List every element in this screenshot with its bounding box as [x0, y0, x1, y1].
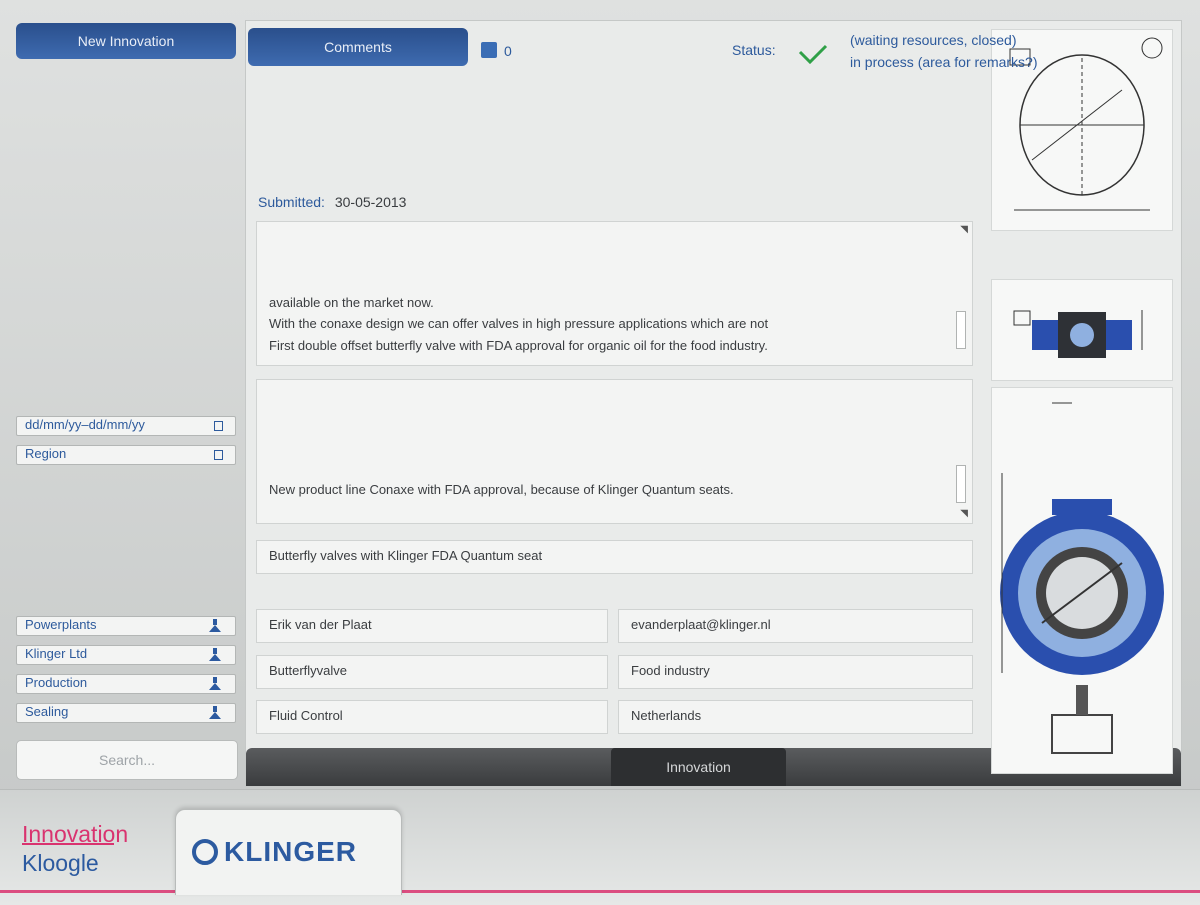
date-filter-label: dd/mm/yy–dd/mm/yy — [25, 417, 145, 432]
country-field[interactable]: Netherlands — [618, 700, 973, 734]
valve-top-drawing — [991, 279, 1173, 381]
description-line-3: available on the market now. — [269, 295, 434, 310]
innovation-detail-panel: Innovation Fluid Control Netherlands But… — [245, 20, 1182, 787]
comments-label: Comments — [324, 39, 392, 55]
category-label: Klinger Ltd — [25, 646, 88, 661]
search-input[interactable]: Search... — [16, 740, 238, 780]
arrow-up-icon — [209, 654, 221, 661]
category-label: Production — [25, 675, 88, 690]
sidebar: Search... Sealing Production Klinger Ltd… — [10, 23, 242, 785]
arrow-stem — [213, 706, 217, 712]
category-label: Powerplants — [25, 617, 97, 632]
reason-text: New product line Conaxe with FDA approva… — [269, 482, 734, 497]
division-field[interactable]: Fluid Control — [256, 700, 608, 734]
submitter-email-field[interactable]: evanderplaat@klinger.nl — [618, 609, 973, 643]
checkmark-icon — [798, 44, 828, 64]
category-filter-klinger-ltd[interactable]: Klinger Ltd — [16, 645, 236, 665]
logo-mark-icon — [192, 839, 218, 865]
arrow-up-icon — [209, 683, 221, 690]
submitted-info: Submitted: 30-05-2013 — [258, 194, 406, 210]
description-line-2: With the conaxe design we can offer valv… — [269, 316, 769, 331]
arrow-up-icon — [209, 625, 221, 632]
product-field[interactable]: Butterflyvalve — [256, 655, 608, 689]
valve-front-drawing — [991, 387, 1173, 774]
submitted-label: Submitted: — [258, 194, 325, 210]
region-filter-label: Region — [25, 446, 67, 461]
market-value: Food industry — [631, 663, 710, 678]
arrow-stem — [213, 619, 217, 625]
scrollbar[interactable] — [956, 311, 966, 349]
category-label: Sealing — [25, 704, 69, 719]
checkbox-icon — [214, 450, 223, 460]
category-filter-sealing[interactable]: Sealing — [16, 703, 236, 723]
submitter-name-value: Erik van der Plaat — [269, 617, 372, 632]
logo-text: KLINGER — [224, 836, 357, 867]
new-innovation-button[interactable]: New Innovation — [16, 23, 236, 59]
calendar-icon — [214, 421, 223, 431]
valve-top-view-icon — [1013, 310, 1143, 358]
submitter-email-value: evanderplaat@klinger.nl — [631, 617, 771, 632]
app-name: Kloogle — [22, 850, 99, 876]
resize-handle-icon[interactable]: ◢ — [960, 508, 968, 519]
footer-branding: Kloogle Innovation KLINGER — [0, 789, 1200, 905]
likes-count: 0 — [504, 43, 512, 59]
new-innovation-label: New Innovation — [77, 33, 175, 49]
submitter-name-field[interactable]: Erik van der Plaat — [256, 609, 608, 643]
status-line-1: in process (area for remarks?) — [850, 54, 1038, 70]
submitted-date: 30-05-2013 — [334, 194, 407, 210]
resize-handle-icon[interactable]: ◢ — [960, 224, 968, 235]
category-filter-production[interactable]: Production — [16, 674, 236, 694]
arrow-stem — [213, 648, 217, 654]
arrow-up-icon — [209, 712, 221, 719]
company-logo: KLINGER — [175, 809, 402, 895]
title-field[interactable]: Butterfly valves with Klinger FDA Quantu… — [256, 540, 973, 574]
category-filter-powerplants[interactable]: Powerplants — [16, 616, 236, 636]
description-line-1: First double offset butterfly valve with… — [269, 338, 768, 353]
arrow-stem — [213, 677, 217, 683]
date-filter[interactable]: dd/mm/yy–dd/mm/yy — [16, 416, 236, 436]
market-field[interactable]: Food industry — [618, 655, 973, 689]
product-value: Butterflyvalve — [269, 663, 348, 678]
tab-innovation-label: Innovation — [666, 759, 731, 775]
title-value: Butterfly valves with Klinger FDA Quantu… — [269, 548, 543, 563]
region-filter[interactable]: Region — [16, 445, 236, 465]
division-value: Fluid Control — [269, 708, 343, 723]
thumbs-up-icon[interactable] — [481, 42, 497, 58]
status-label: Status: — [732, 42, 776, 58]
reason-textarea[interactable]: New product line Conaxe with FDA approva… — [256, 379, 973, 524]
description-textarea[interactable]: First double offset butterfly valve with… — [256, 221, 973, 366]
app-subtitle: Innovation — [22, 821, 129, 847]
tab-innovation[interactable]: Innovation — [611, 748, 786, 786]
valve-illustration-icon — [1000, 402, 1164, 754]
scrollbar[interactable] — [956, 465, 966, 503]
status-line-2: (waiting resources, closed) — [850, 32, 1017, 48]
search-placeholder: Search... — [98, 752, 156, 768]
comments-button[interactable]: Comments — [248, 28, 468, 66]
country-value: Netherlands — [631, 708, 702, 723]
